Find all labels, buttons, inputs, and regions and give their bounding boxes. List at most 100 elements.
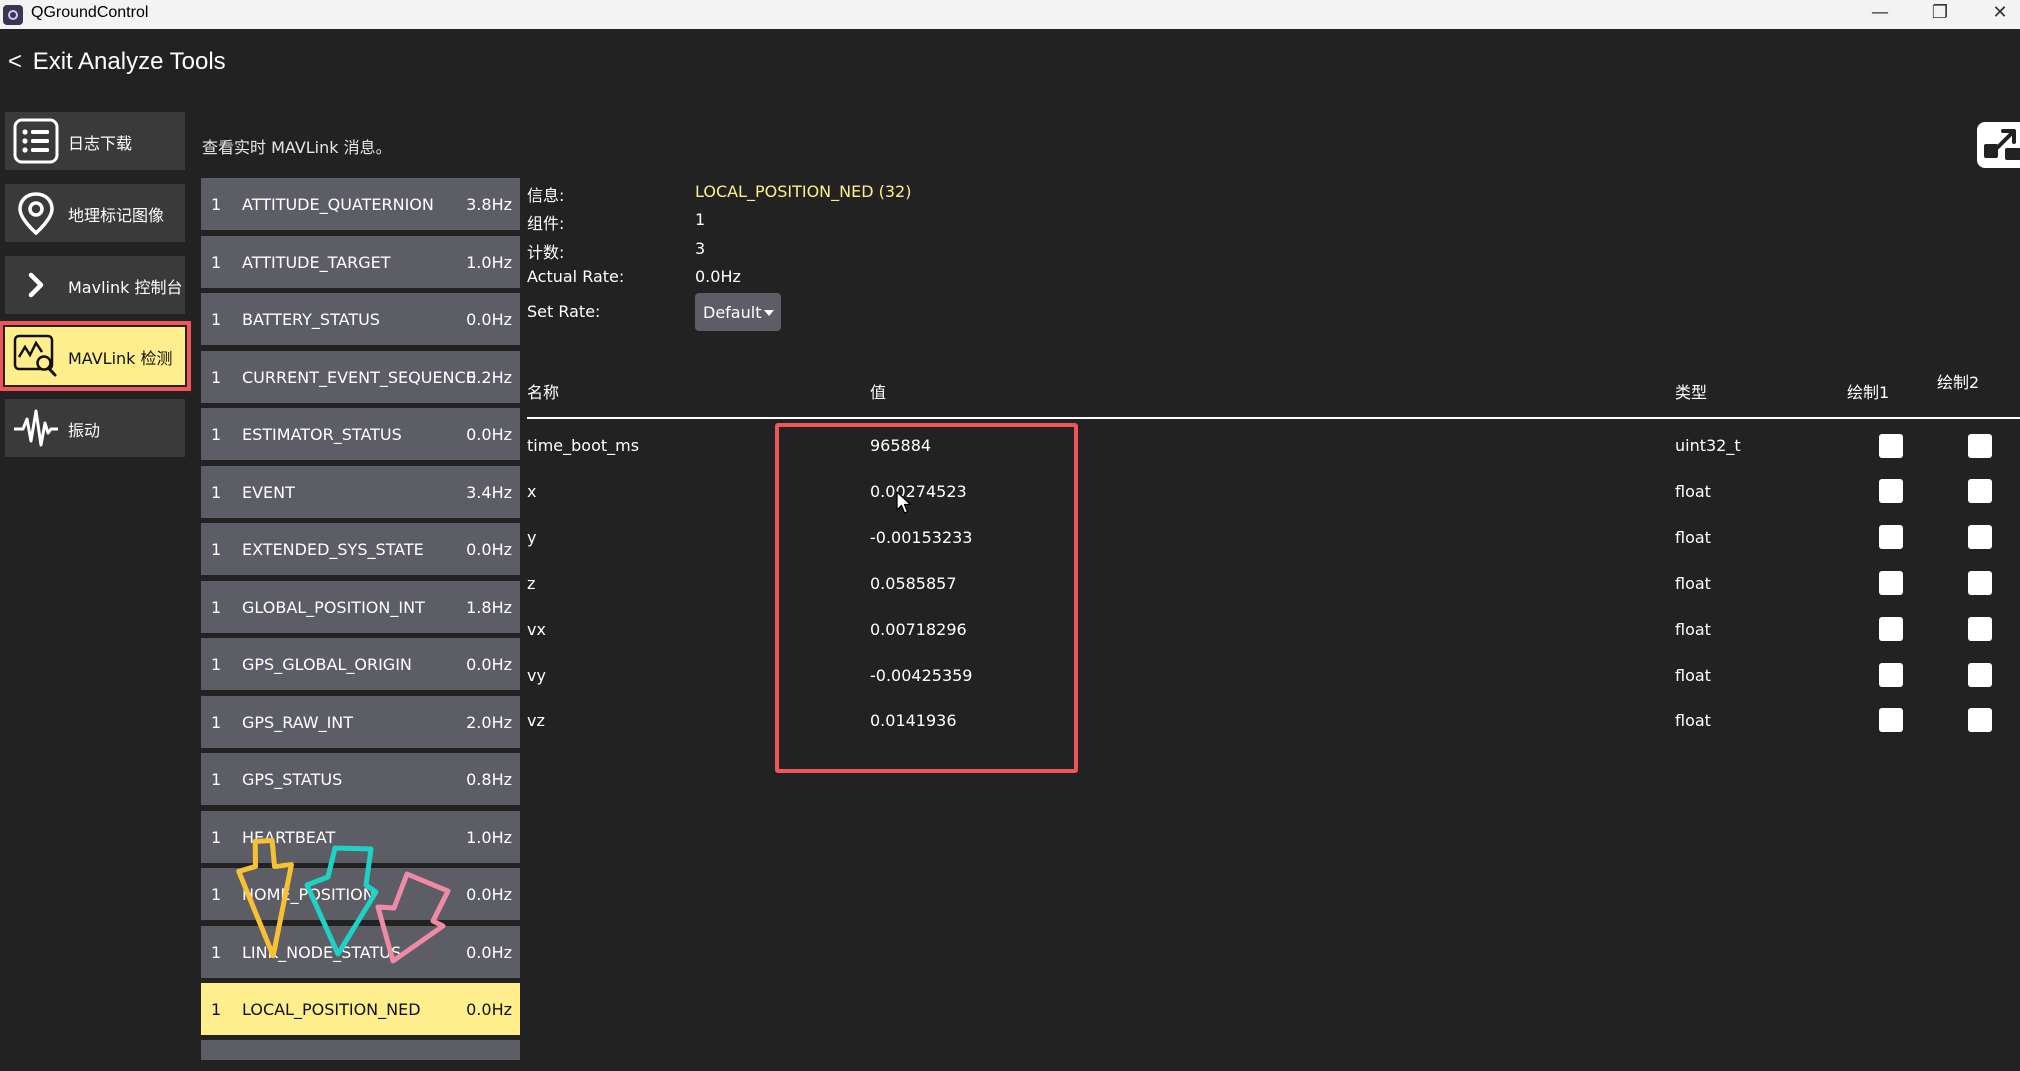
plot2-checkbox[interactable] <box>1968 434 1992 458</box>
message-component: 1 <box>211 425 222 444</box>
minimize-button[interactable]: — <box>1850 0 1910 29</box>
message-row[interactable]: 1 GLOBAL_POSITION_INT 1.8Hz <box>201 580 520 633</box>
message-rate: 1.0Hz <box>466 827 512 847</box>
nav-item-label: 地理标记图像 <box>68 206 165 225</box>
plot1-checkbox[interactable] <box>1879 617 1903 641</box>
message-component: 1 <box>211 367 222 387</box>
waveform-icon <box>14 409 58 447</box>
message-name: EXTENDED_SYS_STATE <box>242 540 424 559</box>
window-title: QGroundControl <box>31 4 149 21</box>
nav-item-mavlink-inspector[interactable]: MAVLink 检测 <box>0 321 191 391</box>
actual-rate-value: 0.0Hz <box>695 267 741 286</box>
pop-out-button[interactable] <box>1977 122 2020 168</box>
nav-item-log-download[interactable]: 日志下载 <box>5 112 185 170</box>
message-row-selected[interactable]: 1 LOCAL_POSITION_NED 0.0Hz <box>201 983 520 1035</box>
plot1-checkbox[interactable] <box>1879 525 1903 549</box>
message-rate: 0.0Hz <box>466 655 512 674</box>
plot1-checkbox[interactable] <box>1879 479 1903 503</box>
highlight-annotation-box <box>775 423 1078 773</box>
message-row[interactable]: 1 EXTENDED_SYS_STATE 0.0Hz <box>201 523 520 575</box>
message-component: 1 <box>211 885 222 904</box>
field-type: float <box>1675 528 1711 547</box>
plot2-checkbox[interactable] <box>1968 479 1992 503</box>
pop-out-icon <box>1984 129 2020 160</box>
message-rate: 0.0Hz <box>466 540 512 559</box>
message-row[interactable]: 1 ATTITUDE_TARGET 1.0Hz <box>201 235 520 288</box>
field-type: float <box>1675 666 1711 685</box>
field-type: float <box>1675 482 1711 501</box>
chart-magnifier-icon <box>13 334 57 377</box>
back-chevron-icon: < <box>8 48 23 75</box>
message-component: 1 <box>211 712 222 732</box>
list-icon <box>13 118 59 164</box>
plot2-checkbox[interactable] <box>1968 571 1992 595</box>
message-row[interactable]: 1 CURRENT_EVENT_SEQUENCE 0.2Hz <box>201 350 520 403</box>
message-component: 1 <box>211 540 222 559</box>
map-pin-icon <box>18 192 54 236</box>
message-component: 1 <box>211 827 222 847</box>
message-rate: 1.8Hz <box>466 597 512 617</box>
nav-item-vibration[interactable]: 振动 <box>5 399 185 457</box>
message-name: CURRENT_EVENT_SEQUENCE <box>242 367 476 387</box>
plot1-checkbox[interactable] <box>1879 434 1903 458</box>
message-row[interactable]: 1 ESTIMATOR_STATUS 0.0Hz <box>201 408 520 460</box>
arrow-annotations <box>236 838 451 964</box>
message-rate: 0.0Hz <box>466 1000 512 1019</box>
yellow-arrow-icon <box>236 838 294 959</box>
column-header-plot2: 绘制2 <box>1937 373 1980 392</box>
nav-item-label: 日志下载 <box>68 134 133 153</box>
message-component: 1 <box>211 655 222 674</box>
plot1-checkbox[interactable] <box>1879 663 1903 687</box>
nav-item-label: Mavlink 控制台 <box>68 278 183 297</box>
close-button[interactable]: ✕ <box>1970 0 2020 29</box>
message-row[interactable]: 1 GPS_STATUS 0.8Hz <box>201 753 520 805</box>
set-rate-value: Default <box>703 303 762 322</box>
plot2-checkbox[interactable] <box>1968 708 1992 732</box>
message-rate: 1.0Hz <box>466 252 512 272</box>
exit-analyze-tools-label: Exit Analyze Tools <box>32 48 226 75</box>
pink-arrow-icon <box>375 871 451 964</box>
plot2-checkbox[interactable] <box>1968 525 1992 549</box>
message-component: 1 <box>211 195 222 214</box>
nav-item-geotag-images[interactable]: 地理标记图像 <box>5 184 185 242</box>
restore-button[interactable]: ❐ <box>1910 0 1970 29</box>
column-header-type: 类型 <box>1675 383 1708 402</box>
mouse-cursor-icon <box>896 491 912 514</box>
page-subtitle: 查看实时 MAVLink 消息。 <box>202 138 392 157</box>
message-row[interactable] <box>201 1040 520 1060</box>
message-name: GPS_RAW_INT <box>242 712 354 732</box>
column-header-name: 名称 <box>527 383 560 402</box>
plot2-checkbox[interactable] <box>1968 617 1992 641</box>
message-name: GPS_GLOBAL_ORIGIN <box>242 655 412 674</box>
message-name: ATTITUDE_TARGET <box>242 252 391 272</box>
message-component: 1 <box>211 310 222 329</box>
message-rate: 3.4Hz <box>466 482 512 502</box>
message-row[interactable]: 1 BATTERY_STATUS 0.0Hz <box>201 293 520 345</box>
message-row[interactable]: 1 GPS_RAW_INT 2.0Hz <box>201 695 520 748</box>
message-row[interactable]: 1 GPS_GLOBAL_ORIGIN 0.0Hz <box>201 638 520 690</box>
plot1-checkbox[interactable] <box>1879 571 1903 595</box>
column-header-plot1: 绘制1 <box>1847 383 1890 402</box>
field-name: vz <box>527 711 545 730</box>
message-component: 1 <box>211 482 222 502</box>
plot2-checkbox[interactable] <box>1968 663 1992 687</box>
field-name: time_boot_ms <box>527 436 640 455</box>
field-name: z <box>527 574 536 593</box>
nav-item-mavlink-console[interactable]: Mavlink 控制台 <box>5 256 185 314</box>
message-value: LOCAL_POSITION_NED (32) <box>695 182 912 201</box>
header-divider <box>527 417 2020 419</box>
message-component: 1 <box>211 942 222 962</box>
field-name: y <box>527 528 537 547</box>
exit-analyze-tools-button[interactable]: < Exit Analyze Tools <box>8 48 226 76</box>
message-component: 1 <box>211 770 222 789</box>
set-rate-dropdown[interactable]: Default <box>695 293 781 331</box>
dropdown-caret-icon <box>764 310 774 316</box>
message-rate: 0.0Hz <box>466 425 512 444</box>
column-header-value: 值 <box>870 383 887 402</box>
message-row[interactable]: 1 EVENT 3.4Hz <box>201 465 520 518</box>
plot1-checkbox[interactable] <box>1879 708 1903 732</box>
app-icon <box>3 5 23 25</box>
message-row[interactable]: 1 ATTITUDE_QUATERNION 3.8Hz <box>201 178 520 230</box>
message-component: 1 <box>211 1000 222 1019</box>
actual-rate-label: Actual Rate: <box>527 267 625 286</box>
